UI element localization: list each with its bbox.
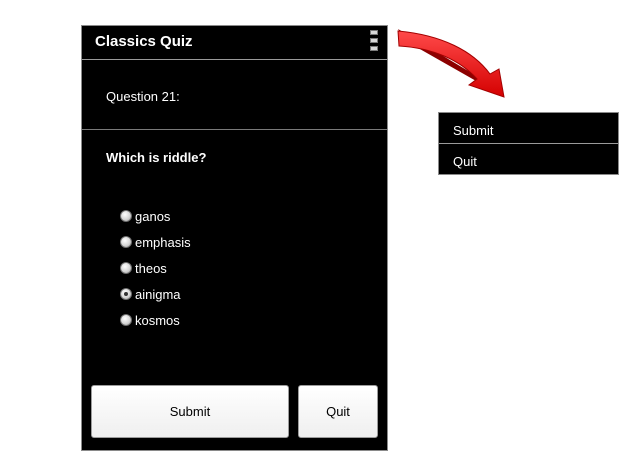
app-title: Classics Quiz	[95, 33, 193, 50]
app-window: Classics Quiz Question 21: Which is ridd…	[81, 25, 388, 451]
question-text: Which is riddle?	[106, 150, 207, 165]
radio-button-selected[interactable]	[120, 288, 132, 300]
arrow-icon	[397, 29, 505, 98]
radio-button[interactable]	[120, 262, 132, 274]
option-emphasis[interactable]: emphasis	[120, 229, 191, 255]
overflow-menu-icon[interactable]	[368, 29, 380, 53]
radio-button[interactable]	[120, 314, 132, 326]
option-label: ainigma	[135, 286, 181, 302]
menu-item-label: Quit	[453, 154, 477, 169]
radio-button[interactable]	[120, 236, 132, 248]
option-ainigma[interactable]: ainigma	[120, 281, 191, 307]
option-label: emphasis	[135, 234, 191, 250]
radio-button[interactable]	[120, 210, 132, 222]
menu-item-quit[interactable]: Quit	[439, 144, 618, 174]
question-number: Question 21:	[106, 89, 180, 104]
menu-item-submit[interactable]: Submit	[439, 113, 618, 144]
divider	[82, 129, 387, 130]
stage: Classics Quiz Question 21: Which is ridd…	[0, 0, 626, 459]
quit-button[interactable]: Quit	[298, 385, 378, 438]
option-kosmos[interactable]: kosmos	[120, 307, 191, 333]
option-theos[interactable]: theos	[120, 255, 191, 281]
option-label: kosmos	[135, 312, 180, 328]
overflow-menu: Submit Quit	[438, 112, 619, 175]
answer-options: ganos emphasis theos ainigma kosmos	[120, 203, 191, 333]
submit-button[interactable]: Submit	[91, 385, 289, 438]
title-bar: Classics Quiz	[82, 26, 387, 60]
option-label: ganos	[135, 208, 171, 224]
option-ganos[interactable]: ganos	[120, 203, 191, 229]
option-label: theos	[135, 260, 167, 276]
menu-item-label: Submit	[453, 123, 494, 138]
